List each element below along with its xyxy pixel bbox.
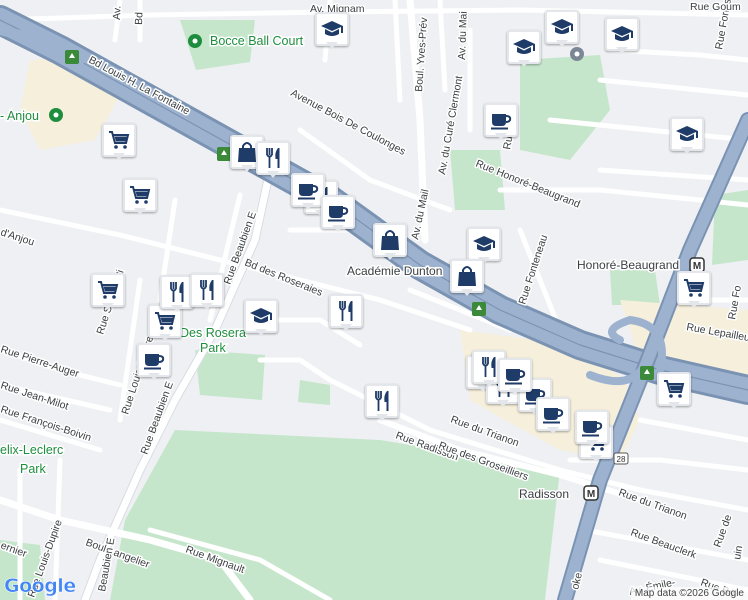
coffee-cup-icon — [541, 402, 565, 426]
fork-knife-icon — [165, 280, 189, 304]
fork-knife-icon — [261, 146, 285, 170]
svg-text:M: M — [587, 489, 595, 500]
grocery-marker[interactable] — [91, 273, 125, 313]
svg-text:28: 28 — [617, 455, 626, 464]
route-shield-icon: 28 — [613, 452, 629, 465]
coffee-cup-icon — [489, 108, 513, 132]
map-attribution[interactable]: Map data ©2026 Google — [630, 587, 748, 600]
shopping-cart-icon — [682, 276, 706, 300]
restaurant-marker[interactable] — [256, 141, 290, 181]
school-marker[interactable] — [605, 17, 639, 57]
shop-marker[interactable] — [373, 223, 407, 263]
shopping-cart-icon — [662, 377, 686, 401]
place-label-honore-beaugrand: Honoré-Beaugrand — [577, 258, 679, 272]
shopping-bag-icon — [455, 264, 479, 288]
place-label-academie-dunton: Académie Dunton — [347, 264, 442, 278]
cafe-marker[interactable] — [321, 195, 355, 235]
school-marker[interactable] — [545, 10, 579, 50]
restaurant-marker[interactable] — [190, 273, 224, 313]
route-shield-icon — [217, 147, 231, 161]
grocery-marker[interactable] — [657, 372, 691, 412]
school-marker[interactable] — [244, 299, 278, 339]
place-label-des-roseraies-park: Des Rosera — [180, 326, 246, 340]
park-pin-icon[interactable] — [188, 34, 202, 48]
shopping-bag-icon — [378, 228, 402, 252]
google-logo: Google — [4, 575, 77, 598]
place-label-bocce: Bocce Ball Court — [210, 34, 304, 48]
coffee-cup-icon — [142, 348, 166, 372]
park-pin-icon[interactable] — [49, 108, 63, 122]
restaurant-marker[interactable] — [365, 384, 399, 424]
place-label-anjou: - Anjou — [0, 109, 39, 123]
cafe-marker[interactable] — [484, 103, 518, 143]
route-shield-icon — [472, 302, 486, 316]
graduation-cap-icon — [249, 304, 273, 328]
road-label: Bd — [133, 12, 145, 25]
coffee-cup-icon — [326, 200, 350, 224]
road-label: Av. du Mai — [456, 11, 470, 60]
shopping-cart-icon — [128, 183, 152, 207]
cafe-marker[interactable] — [291, 173, 325, 213]
place-label-felix-leclerc-park: elix-Leclerc — [0, 443, 63, 457]
graduation-cap-icon — [512, 35, 536, 59]
road-label: uin — [731, 544, 745, 560]
cafe-marker[interactable] — [498, 358, 532, 398]
place-label-radisson: Radisson — [519, 487, 569, 501]
metro-icon[interactable]: M — [583, 485, 599, 501]
graduation-cap-icon — [472, 232, 496, 256]
fork-knife-icon — [195, 278, 219, 302]
graduation-cap-icon — [550, 15, 574, 39]
cafe-marker[interactable] — [536, 397, 570, 437]
grocery-marker[interactable] — [102, 123, 136, 163]
route-shield-icon — [65, 50, 79, 64]
cafe-marker[interactable] — [137, 343, 171, 383]
route-shield-icon — [640, 366, 654, 380]
cafe-marker[interactable] — [575, 410, 609, 450]
fork-knife-icon — [334, 299, 358, 323]
metro-icon[interactable]: M — [689, 257, 705, 273]
restaurant-marker[interactable] — [160, 275, 194, 315]
place-label-des-roseraies-park: Park — [200, 341, 226, 355]
restaurant-marker[interactable] — [329, 294, 363, 334]
fork-knife-icon — [370, 389, 394, 413]
coffee-cup-icon — [296, 178, 320, 202]
road-label: Rue Goum — [690, 1, 741, 13]
graduation-cap-icon — [610, 22, 634, 46]
road-label: Av. — [111, 5, 123, 20]
school-marker[interactable] — [507, 30, 541, 70]
coffee-cup-icon — [580, 415, 604, 439]
grocery-marker[interactable] — [123, 178, 157, 218]
coffee-cup-icon — [503, 363, 527, 387]
school-marker[interactable] — [670, 117, 704, 157]
place-label-felix-leclerc-park: Park — [20, 462, 46, 476]
google-logo-text: Google — [4, 575, 77, 598]
grocery-marker[interactable] — [677, 271, 711, 311]
shopping-cart-icon — [107, 128, 131, 152]
shopping-cart-icon — [96, 278, 120, 302]
shop-marker[interactable] — [450, 259, 484, 299]
graduation-cap-icon — [320, 17, 344, 41]
school-marker[interactable] — [315, 12, 349, 52]
graduation-cap-icon — [675, 122, 699, 146]
